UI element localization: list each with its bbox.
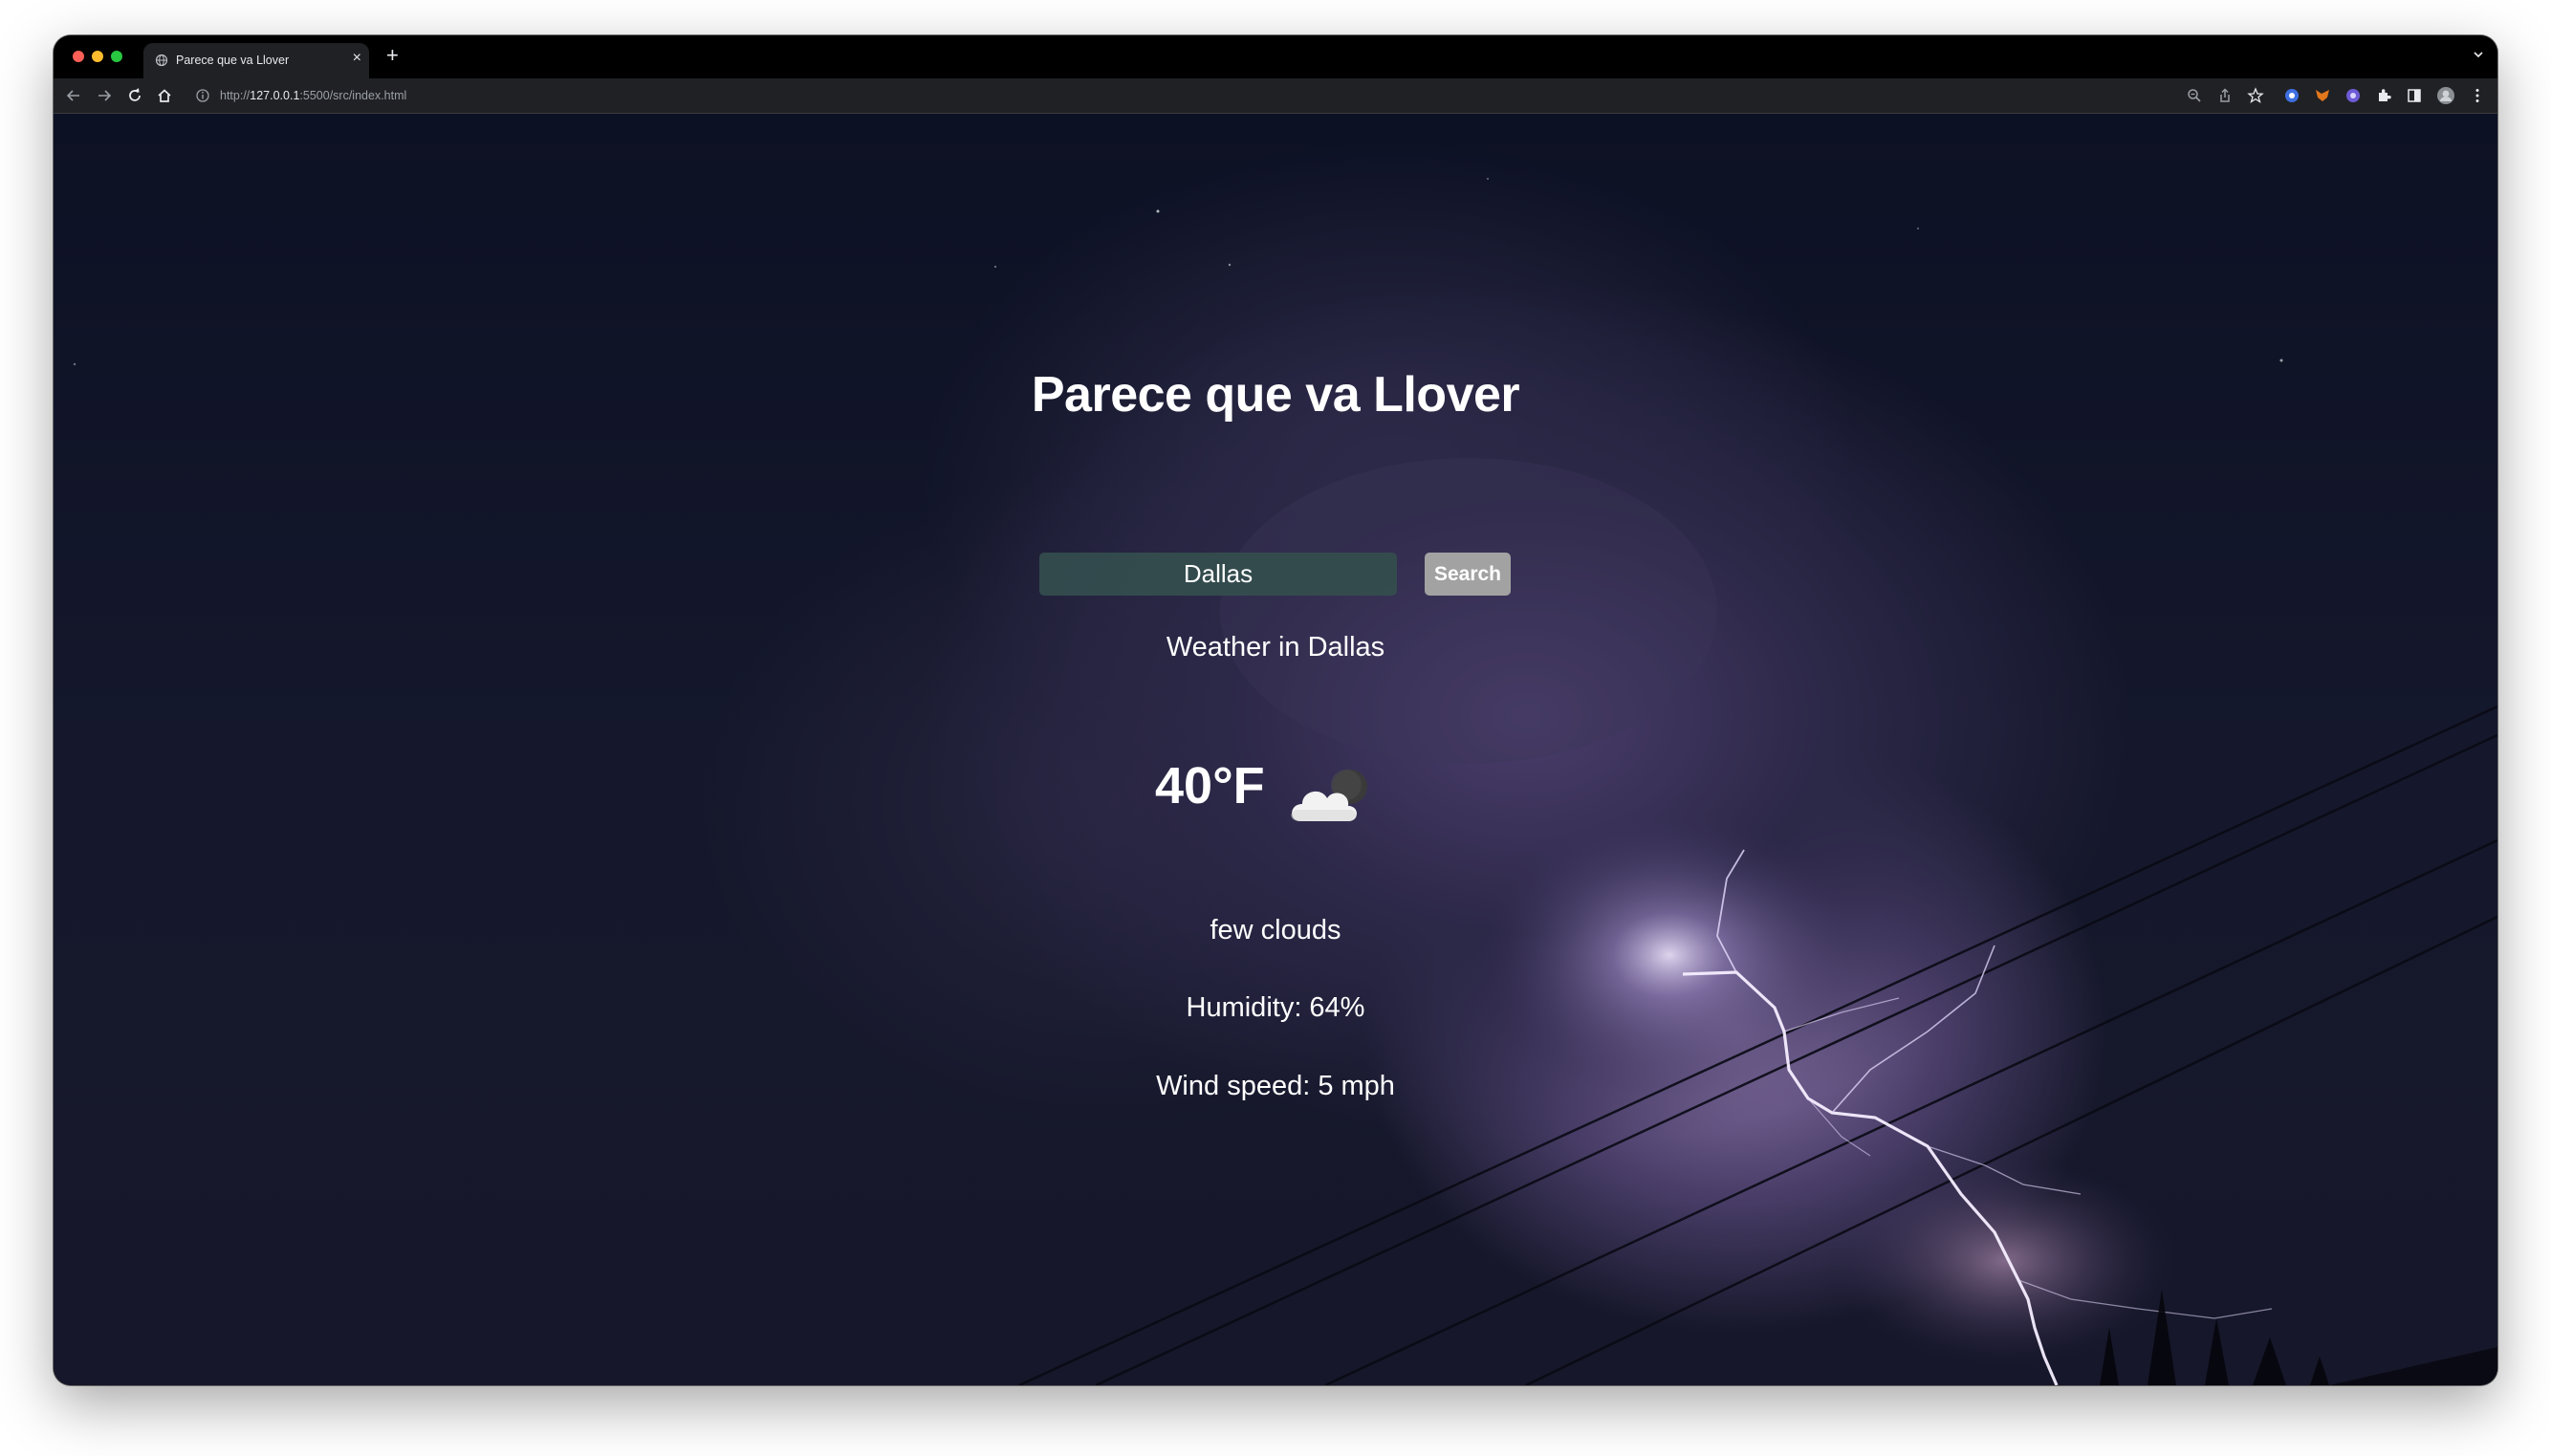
tab-title: Parece que va Llover <box>176 54 290 67</box>
globe-icon <box>155 54 168 67</box>
address-bar[interactable]: http://127.0.0.1:5500/src/index.html <box>220 89 406 102</box>
tab-strip: Parece que va Llover × + <box>54 35 2497 78</box>
tab-active[interactable]: Parece que va Llover × <box>143 43 369 78</box>
url-prefix: http:// <box>220 89 251 102</box>
page-viewport: Parece que va Llover Search Weather in D… <box>54 114 2497 1385</box>
tab-close-icon[interactable]: × <box>353 50 361 67</box>
profile-avatar-icon[interactable] <box>2436 86 2455 105</box>
side-panel-icon[interactable] <box>2406 87 2423 104</box>
new-tab-button[interactable]: + <box>386 45 399 66</box>
back-arrow-icon[interactable] <box>65 87 82 104</box>
site-info-icon[interactable] <box>195 88 210 103</box>
close-window-button[interactable] <box>73 51 84 62</box>
fullscreen-window-button[interactable] <box>111 51 122 62</box>
minimize-window-button[interactable] <box>92 51 103 62</box>
city-search-input[interactable] <box>1039 553 1397 596</box>
storm-background-image <box>73 178 2497 1385</box>
home-icon[interactable] <box>156 87 173 104</box>
share-icon[interactable] <box>2216 87 2234 104</box>
extension-blue-icon[interactable] <box>2283 87 2300 104</box>
wind-speed-text: Wind speed: 5 mph <box>1156 1071 1395 1101</box>
search-button[interactable]: Search <box>1425 553 1511 596</box>
reload-icon[interactable] <box>126 87 143 104</box>
weather-city-heading: Weather in Dallas <box>1166 632 1385 663</box>
metamask-fox-icon[interactable] <box>2314 87 2331 104</box>
humidity-text: Humidity: 64% <box>1186 992 1365 1023</box>
bookmark-star-icon[interactable] <box>2247 87 2264 104</box>
few-clouds-night-icon <box>1291 770 1367 821</box>
forward-arrow-icon[interactable] <box>96 87 113 104</box>
weather-description: few clouds <box>1210 915 1341 945</box>
page-title: Parece que va Llover <box>1031 367 1520 423</box>
zoom-icon[interactable] <box>2186 87 2203 104</box>
extension-purple-icon[interactable] <box>2344 87 2362 104</box>
extensions-puzzle-icon[interactable] <box>2375 87 2392 104</box>
browser-toolbar: http://127.0.0.1:5500/src/index.html <box>54 78 2497 114</box>
url-host: 127.0.0.1 <box>250 89 300 102</box>
more-menu-icon[interactable] <box>2469 87 2486 104</box>
browser-window: Parece que va Llover × + http://127.0.0.… <box>54 35 2497 1385</box>
chevron-down-icon[interactable] <box>2471 47 2486 62</box>
temperature-value: 40°F <box>1155 757 1265 815</box>
url-path: :5500/src/index.html <box>299 89 407 102</box>
